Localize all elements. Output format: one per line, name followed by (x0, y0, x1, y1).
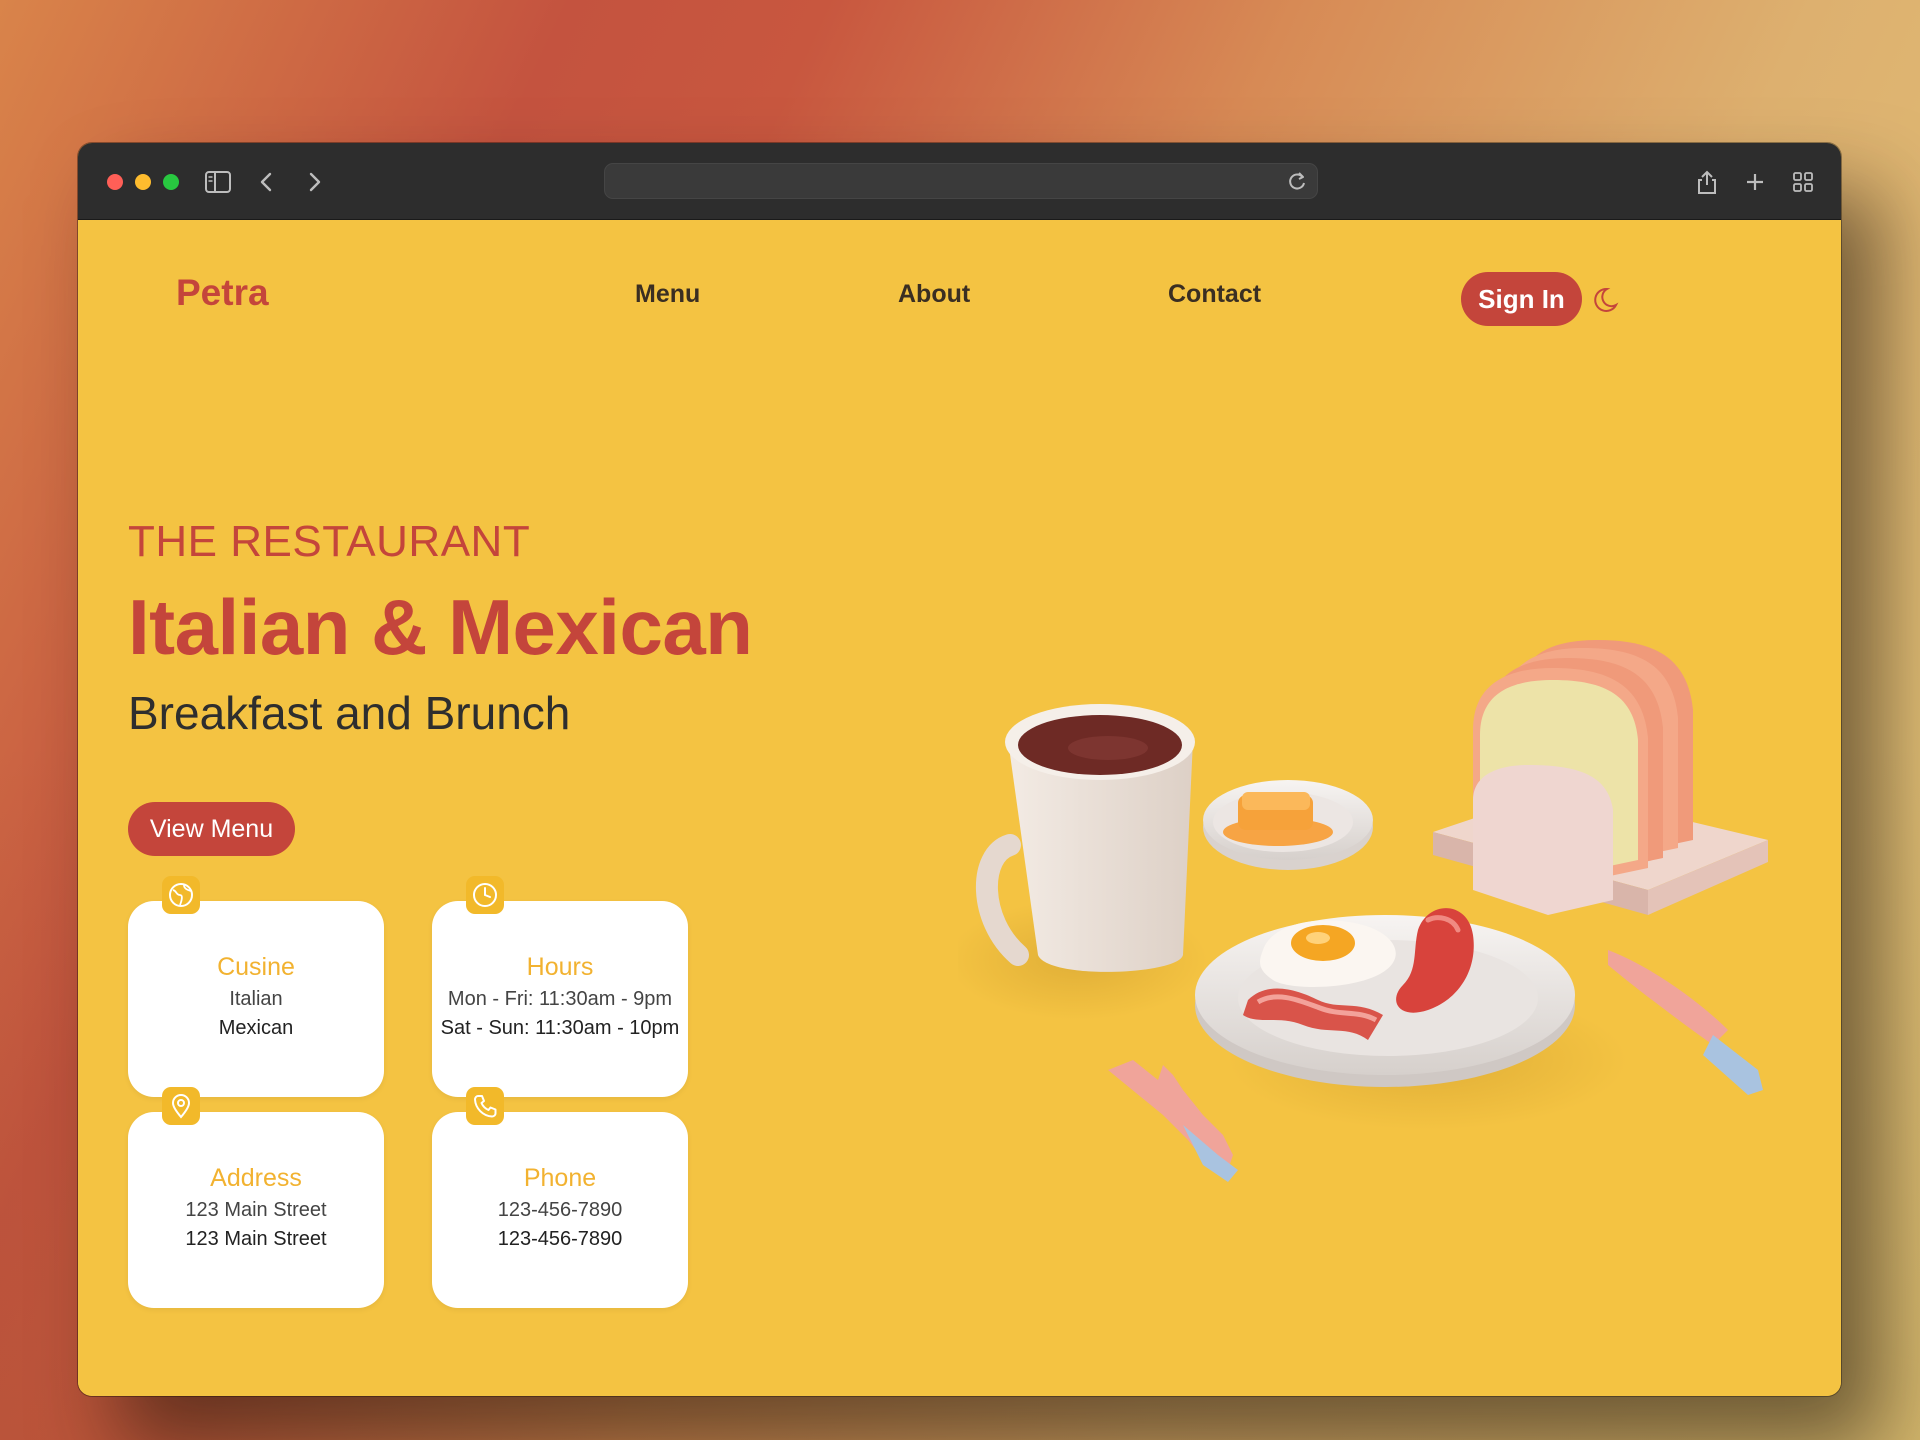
hero-subtitle: Breakfast and Brunch (128, 687, 571, 739)
clock-icon (466, 876, 504, 914)
phone-card-line1: 123-456-7890 (497, 1199, 623, 1221)
phone-icon (466, 1087, 504, 1125)
hours-card-title: Hours (526, 953, 594, 981)
hero-title: Italian & Mexican (128, 583, 753, 671)
phone-card-line2: 123-456-7890 (497, 1228, 623, 1250)
address-card-title: Address (210, 1164, 302, 1192)
hours-card-line1: Mon - Fri: 11:30am - 9pm (447, 988, 673, 1010)
address-bar[interactable] (604, 163, 1318, 199)
reload-icon[interactable] (1287, 170, 1307, 197)
minimize-window-button[interactable] (135, 174, 151, 190)
butter-plate (1203, 780, 1373, 870)
tab-overview-icon[interactable] (1787, 166, 1819, 198)
browser-toolbar (78, 143, 1841, 220)
sidebar-toggle-icon[interactable] (202, 166, 234, 198)
phone-card-title: Phone (523, 1164, 597, 1192)
nav-contact-link[interactable]: Contact (1168, 280, 1261, 309)
restaurant-page: Petra Menu About Contact Sign In THE RES… (78, 220, 1841, 1396)
cuisine-card: Cusine Italian Mexican (128, 876, 384, 1097)
close-window-button[interactable] (107, 174, 123, 190)
maximize-window-button[interactable] (163, 174, 179, 190)
forward-arrow-icon[interactable] (299, 166, 331, 198)
knife (1608, 950, 1763, 1095)
breakfast-illustration (958, 640, 1768, 1182)
new-tab-plus-icon[interactable] (1739, 166, 1771, 198)
dark-mode-moon-icon[interactable] (1588, 284, 1620, 316)
address-card-line2: 123 Main Street (185, 1228, 327, 1250)
nav-menu-link[interactable]: Menu (635, 280, 700, 309)
hours-card: Hours Mon - Fri: 11:30am - 9pm Sat - Sun… (432, 876, 688, 1097)
view-menu-button[interactable]: View Menu (128, 802, 295, 856)
fork (1108, 1060, 1238, 1182)
globe-icon (162, 876, 200, 914)
back-arrow-icon[interactable] (250, 166, 282, 198)
nav-about-link[interactable]: About (898, 280, 970, 309)
share-icon[interactable] (1691, 166, 1723, 198)
window-controls (107, 174, 179, 190)
browser-window: Petra Menu About Contact Sign In THE RES… (78, 143, 1841, 1396)
hero-eyebrow: THE RESTAURANT (128, 517, 531, 566)
hours-card-line2: Sat - Sun: 11:30am - 10pm (440, 1017, 680, 1039)
location-pin-icon (162, 1087, 200, 1125)
phone-card: Phone 123-456-7890 123-456-7890 (432, 1087, 688, 1308)
address-card: Address 123 Main Street 123 Main Street (128, 1087, 384, 1308)
brand-logo[interactable]: Petra (176, 272, 269, 314)
cuisine-card-title: Cusine (217, 953, 295, 981)
sign-in-button[interactable]: Sign In (1461, 272, 1582, 326)
breakfast-plate (1195, 908, 1575, 1087)
cuisine-card-line2: Mexican (218, 1017, 294, 1039)
cuisine-card-line1: Italian (229, 988, 283, 1010)
address-card-line1: 123 Main Street (185, 1199, 327, 1221)
